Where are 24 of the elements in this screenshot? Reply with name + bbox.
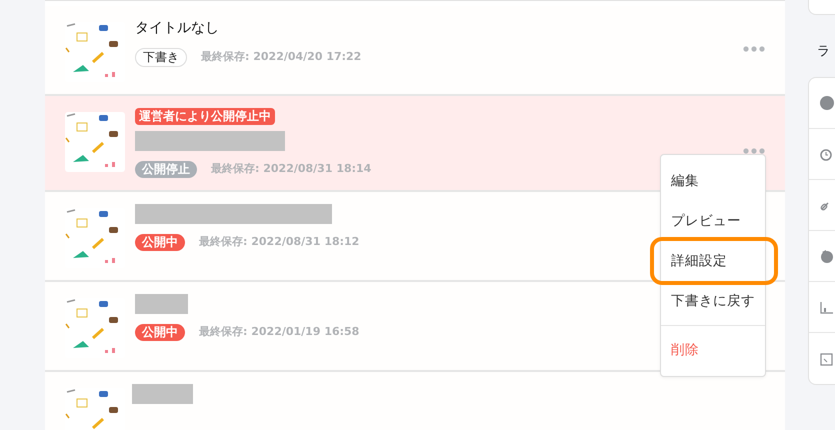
status-tag: 公開中 bbox=[135, 234, 185, 251]
last-saved-text: 最終保存: 2022/08/31 18:14 bbox=[211, 161, 372, 178]
status-tag: 公開中 bbox=[135, 324, 185, 341]
status-tag: 下書き bbox=[135, 48, 187, 67]
more-icon bbox=[743, 46, 765, 52]
document-icon[interactable] bbox=[819, 350, 835, 366]
chart-icon[interactable] bbox=[819, 299, 835, 315]
suspension-label: 運営者により公開停止中 bbox=[135, 108, 275, 125]
side-heading: ラ bbox=[817, 43, 831, 61]
more-icon bbox=[743, 148, 765, 154]
last-saved-text: 最終保存: 2022/01/19 16:58 bbox=[199, 324, 360, 340]
pattern-thumbnail bbox=[65, 112, 125, 172]
article-title: タイトルなし bbox=[135, 19, 220, 38]
last-saved-text: 最終保存: 2022/04/20 17:22 bbox=[201, 49, 362, 66]
redacted-block bbox=[135, 294, 188, 314]
status-tag: 公開停止 bbox=[135, 161, 197, 178]
more-button[interactable] bbox=[743, 148, 765, 154]
more-button[interactable] bbox=[743, 46, 765, 52]
menu-item[interactable]: 下書きに戻す bbox=[661, 281, 765, 321]
last-saved-text: 最終保存: 2022/08/31 18:12 bbox=[199, 234, 360, 250]
redacted-block bbox=[132, 384, 193, 404]
menu-item[interactable]: 編集 bbox=[661, 161, 765, 201]
menu-item[interactable]: プレビュー bbox=[661, 201, 765, 241]
side-card bbox=[808, 0, 835, 15]
